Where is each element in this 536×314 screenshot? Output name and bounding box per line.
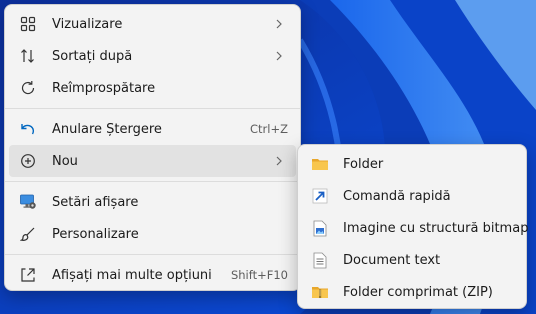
zip-folder-icon <box>311 283 329 301</box>
menu-item-label: Vizualizare <box>52 16 123 32</box>
menu-item-label: Afișați mai multe opțiuni <box>52 267 212 283</box>
refresh-icon <box>19 79 37 97</box>
folder-icon <box>311 155 329 173</box>
desktop-context-menu: Vizualizare Sortați după Reîmprospătare <box>4 4 301 291</box>
brush-icon <box>19 225 37 243</box>
menu-item-label: Nou <box>52 153 78 169</box>
new-plus-icon <box>19 152 37 170</box>
submenu-item-label: Comandă rapidă <box>343 188 451 204</box>
bitmap-file-icon <box>311 219 329 237</box>
menu-item-undo-delete[interactable]: Anulare Ștergere Ctrl+Z <box>9 113 296 145</box>
menu-item-label: Setări afișare <box>52 194 139 210</box>
menu-item-new[interactable]: Nou <box>9 145 296 177</box>
menu-separator <box>5 108 300 109</box>
menu-item-personalize[interactable]: Personalizare <box>9 218 296 250</box>
chevron-right-icon <box>272 51 286 61</box>
submenu-item-bitmap-image[interactable]: Imagine cu structură bitmap <box>302 212 528 244</box>
new-submenu: Folder Comandă rapidă Imagine cu structu… <box>297 144 528 309</box>
submenu-item-folder[interactable]: Folder <box>302 148 522 180</box>
text-document-icon <box>311 251 329 269</box>
chevron-right-icon <box>272 156 286 166</box>
shortcut-text: Ctrl+Z <box>250 122 288 136</box>
menu-item-display-settings[interactable]: Setări afișare <box>9 186 296 218</box>
menu-item-label: Sortați după <box>52 48 133 64</box>
menu-item-label: Personalizare <box>52 226 139 242</box>
display-settings-icon <box>19 193 37 211</box>
submenu-item-text-document[interactable]: Document text <box>302 244 522 276</box>
menu-item-label: Anulare Ștergere <box>52 121 162 137</box>
shortcut-arrow-icon <box>311 187 329 205</box>
menu-item-view[interactable]: Vizualizare <box>9 8 296 40</box>
grid-view-icon <box>19 15 37 33</box>
menu-item-show-more-options[interactable]: Afișați mai multe opțiuni Shift+F10 <box>9 259 296 291</box>
submenu-item-label: Folder <box>343 156 384 172</box>
chevron-right-icon <box>272 19 286 29</box>
submenu-item-label: Imagine cu structură bitmap <box>343 220 529 236</box>
submenu-item-zip-folder[interactable]: Folder comprimat (ZIP) <box>302 276 522 308</box>
sort-icon <box>19 47 37 65</box>
submenu-item-label: Document text <box>343 252 441 268</box>
menu-item-sort-by[interactable]: Sortați după <box>9 40 296 72</box>
undo-icon <box>19 120 37 138</box>
menu-item-refresh[interactable]: Reîmprospătare <box>9 72 296 104</box>
menu-item-label: Reîmprospătare <box>52 80 156 96</box>
shortcut-text: Shift+F10 <box>230 268 288 282</box>
submenu-item-label: Folder comprimat (ZIP) <box>343 284 493 300</box>
menu-separator <box>5 181 300 182</box>
menu-separator <box>5 254 300 255</box>
more-options-icon <box>19 266 37 284</box>
submenu-item-shortcut[interactable]: Comandă rapidă <box>302 180 522 212</box>
